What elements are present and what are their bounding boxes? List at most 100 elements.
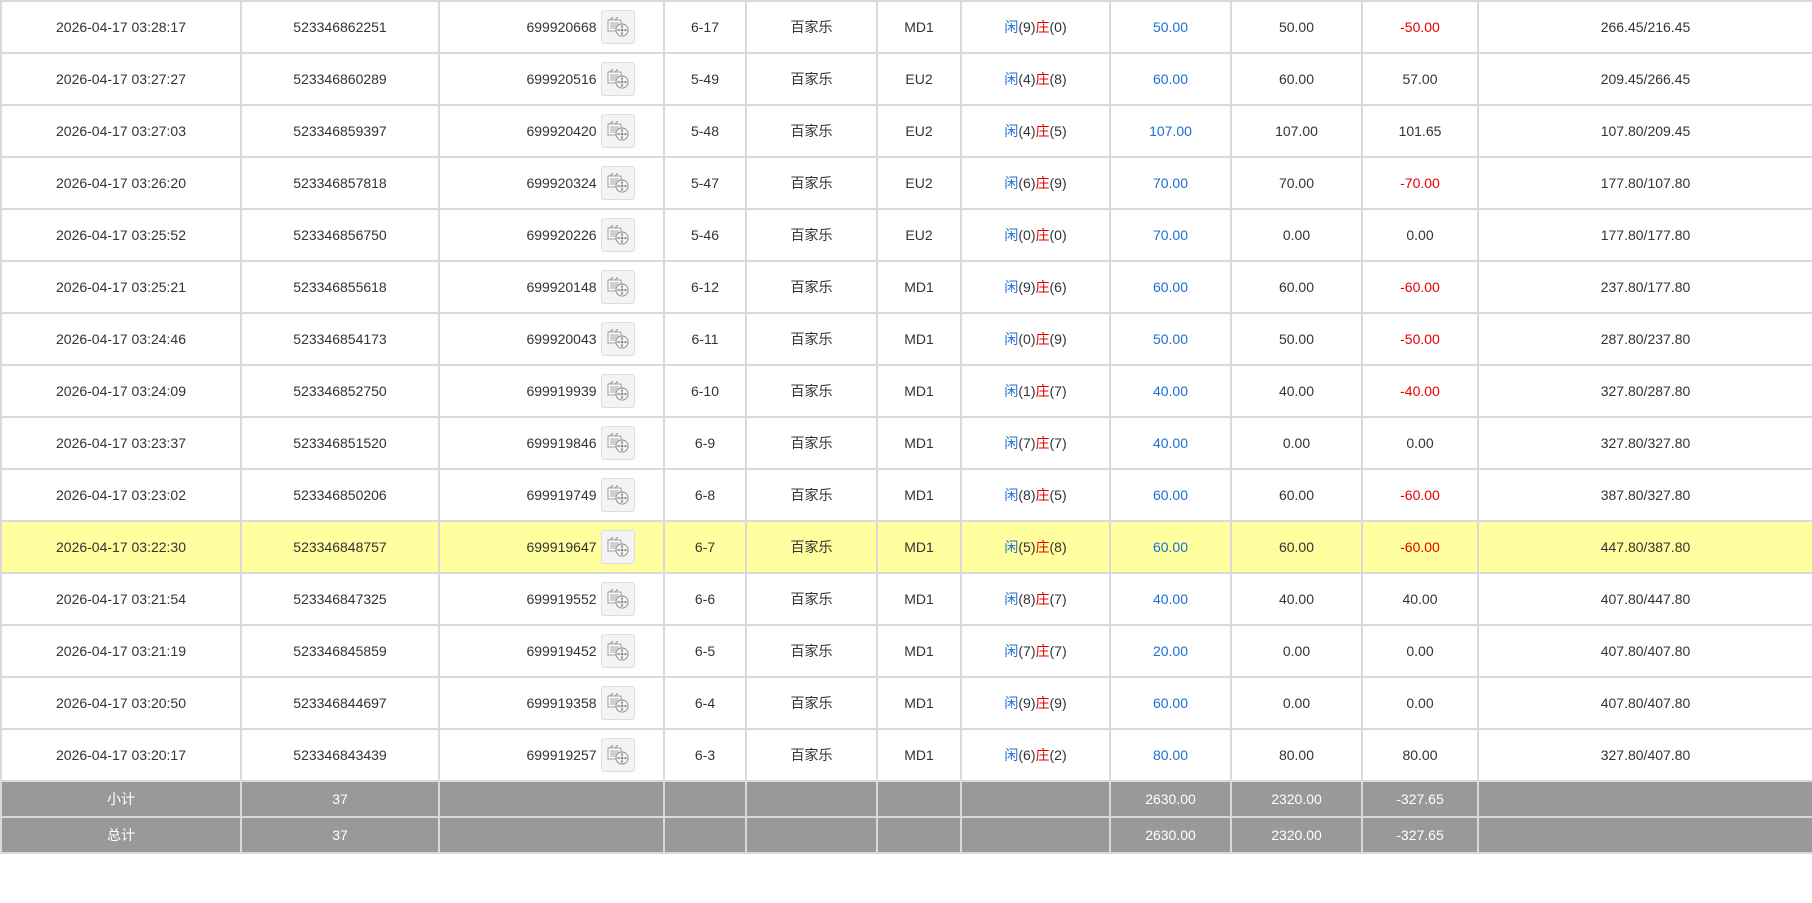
game-number: 699919358: [526, 695, 597, 711]
video-replay-icon: [607, 693, 629, 713]
win-loss-cell: 57.00: [1361, 52, 1479, 106]
player-points: (8): [1018, 487, 1036, 503]
summary-empty-cell: [960, 816, 1111, 854]
video-replay-icon: [607, 329, 629, 349]
video-replay-button[interactable]: [600, 270, 635, 304]
result-cell: 闲(9)庄(6): [960, 260, 1111, 314]
banker-points: (8): [1049, 71, 1067, 87]
game-number-cell: 699919452: [438, 624, 665, 678]
banker-points: (2): [1049, 747, 1067, 763]
room-cell: EU2: [876, 104, 962, 158]
bet-time-cell: 2026-04-17 03:20:17: [0, 728, 242, 782]
video-replay-button[interactable]: [600, 686, 635, 720]
game-number-group: 699920324: [526, 166, 635, 200]
table-number-cell: 5-47: [663, 156, 747, 210]
player-label: 闲: [1004, 539, 1019, 555]
table-row: 2026-04-17 03:26:20 523346857818 699920324…: [0, 156, 1812, 210]
video-replay-button[interactable]: [600, 62, 635, 96]
balance-cell: 407.80/407.80: [1477, 676, 1812, 730]
video-replay-button[interactable]: [600, 426, 635, 460]
player-label: 闲: [1004, 747, 1019, 763]
table-row: 2026-04-17 03:24:46 523346854173 699920043…: [0, 312, 1812, 366]
game-number-group: 699920148: [526, 270, 635, 304]
banker-points: (7): [1049, 591, 1067, 607]
game-number: 699919647: [526, 539, 597, 555]
video-replay-button[interactable]: [600, 218, 635, 252]
result-cell: 闲(6)庄(9): [960, 156, 1111, 210]
video-replay-button[interactable]: [600, 530, 635, 564]
win-loss-cell: -60.00: [1361, 520, 1479, 574]
video-replay-button[interactable]: [600, 738, 635, 772]
video-replay-icon: [607, 17, 629, 37]
player-label: 闲: [1004, 643, 1019, 659]
table-row: 2026-04-17 03:25:21 523346855618 699920148…: [0, 260, 1812, 314]
order-number-cell: 523346847325: [240, 572, 440, 626]
game-number-cell: 699920226: [438, 208, 665, 262]
win-loss-cell: 0.00: [1361, 416, 1479, 470]
player-points: (0): [1018, 227, 1036, 243]
player-label: 闲: [1004, 383, 1019, 399]
valid-bet-cell: 0.00: [1230, 624, 1363, 678]
order-number-cell: 523346856750: [240, 208, 440, 262]
room-cell: MD1: [876, 520, 962, 574]
table-number-cell: 5-48: [663, 104, 747, 158]
video-replay-button[interactable]: [600, 166, 635, 200]
game-number: 699920324: [526, 175, 597, 191]
valid-bet-cell: 60.00: [1230, 520, 1363, 574]
room-cell: MD1: [876, 676, 962, 730]
room-cell: MD1: [876, 728, 962, 782]
table-row: 2026-04-17 03:22:30 523346848757 699919647…: [0, 520, 1812, 574]
video-replay-button[interactable]: [600, 374, 635, 408]
order-number-cell: 523346844697: [240, 676, 440, 730]
bet-time-cell: 2026-04-17 03:27:03: [0, 104, 242, 158]
bet-time-cell: 2026-04-17 03:20:50: [0, 676, 242, 730]
balance-cell: 177.80/177.80: [1477, 208, 1812, 262]
video-replay-button[interactable]: [600, 582, 635, 616]
video-replay-button[interactable]: [600, 478, 635, 512]
table-number-cell: 5-46: [663, 208, 747, 262]
win-loss-cell: 0.00: [1361, 208, 1479, 262]
video-replay-button[interactable]: [600, 634, 635, 668]
game-number: 699919552: [526, 591, 597, 607]
room-cell: EU2: [876, 52, 962, 106]
bet-time-cell: 2026-04-17 03:24:09: [0, 364, 242, 418]
player-label: 闲: [1004, 695, 1019, 711]
video-replay-button[interactable]: [600, 114, 635, 148]
bet-amount-cell: 40.00: [1109, 364, 1232, 418]
table-row: 2026-04-17 03:28:17 523346862251 699920668…: [0, 0, 1812, 54]
balance-cell: 107.80/209.45: [1477, 104, 1812, 158]
summary-empty-cell: [663, 816, 747, 854]
result-cell: 闲(7)庄(7): [960, 624, 1111, 678]
player-label: 闲: [1004, 175, 1019, 191]
banker-label: 庄: [1035, 71, 1050, 87]
table-row: 2026-04-17 03:20:50 523346844697 699919358…: [0, 676, 1812, 730]
summary-valid-cell: 2320.00: [1230, 780, 1363, 818]
valid-bet-cell: 107.00: [1230, 104, 1363, 158]
order-number-cell: 523346855618: [240, 260, 440, 314]
result-cell: 闲(9)庄(9): [960, 676, 1111, 730]
video-replay-icon: [607, 225, 629, 245]
bet-amount-cell: 70.00: [1109, 208, 1232, 262]
win-loss-cell: -50.00: [1361, 312, 1479, 366]
banker-label: 庄: [1035, 19, 1050, 35]
video-replay-button[interactable]: [600, 10, 635, 44]
subtotal-row: 小计 37 2630.00 2320.00 -327.65: [0, 780, 1812, 818]
player-label: 闲: [1004, 487, 1019, 503]
video-replay-button[interactable]: [600, 322, 635, 356]
balance-cell: 237.80/177.80: [1477, 260, 1812, 314]
game-number: 699920226: [526, 227, 597, 243]
balance-cell: 287.80/237.80: [1477, 312, 1812, 366]
game-type-cell: 百家乐: [745, 104, 878, 158]
game-number: 699920516: [526, 71, 597, 87]
table-row: 2026-04-17 03:20:17 523346843439 699919257…: [0, 728, 1812, 782]
table-row: 2026-04-17 03:23:37 523346851520 699919846…: [0, 416, 1812, 470]
table-number-cell: 6-3: [663, 728, 747, 782]
room-cell: MD1: [876, 416, 962, 470]
player-points: (9): [1018, 19, 1036, 35]
order-number-cell: 523346857818: [240, 156, 440, 210]
game-number-cell: 699920148: [438, 260, 665, 314]
bet-time-cell: 2026-04-17 03:25:21: [0, 260, 242, 314]
game-number-group: 699920226: [526, 218, 635, 252]
banker-label: 庄: [1035, 175, 1050, 191]
bet-time-cell: 2026-04-17 03:25:52: [0, 208, 242, 262]
